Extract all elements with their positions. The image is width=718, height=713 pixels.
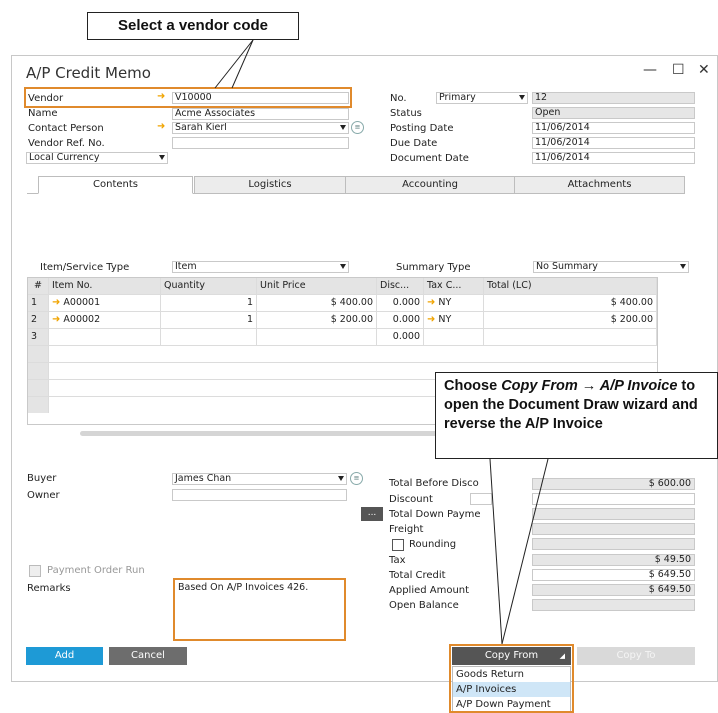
copy-callout-pointer bbox=[489, 458, 549, 645]
